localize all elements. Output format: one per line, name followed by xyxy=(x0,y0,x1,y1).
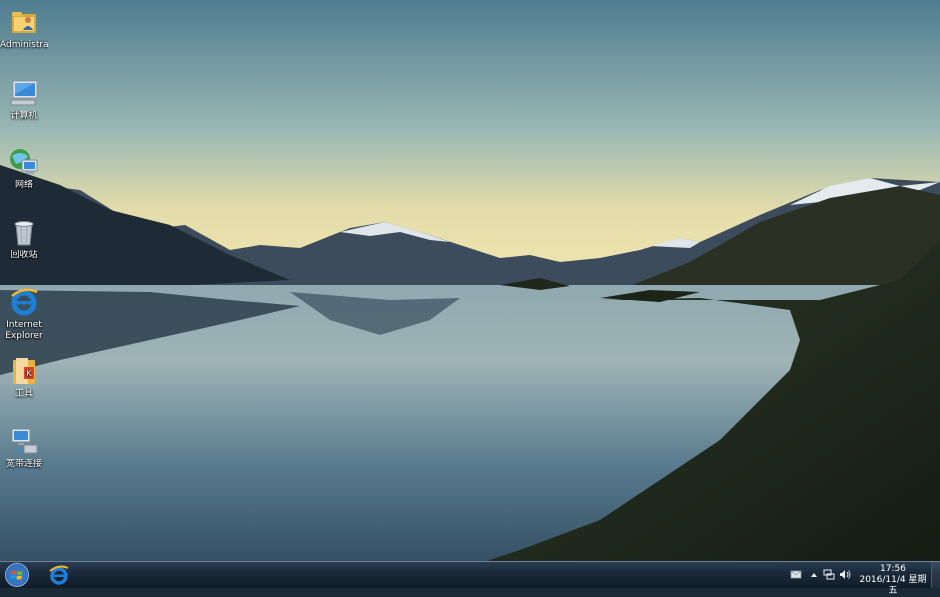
desktop-icon-computer[interactable]: 计算机 xyxy=(0,73,48,122)
network-icon xyxy=(10,149,38,174)
desktop-icon-broadband[interactable]: 宽带连接 xyxy=(0,421,48,470)
clock-time: 17:56 xyxy=(880,564,906,574)
internet-explorer-icon xyxy=(11,288,38,316)
show-hidden-icons-icon[interactable] xyxy=(808,569,820,580)
desktop-icon-label: 宽带连接 xyxy=(5,459,42,469)
desktop-icon-network[interactable]: 网络 xyxy=(0,142,48,191)
recycle-bin-icon xyxy=(14,221,34,246)
tools-folder-icon: K xyxy=(13,358,35,384)
desktop-icon-label: 计算机 xyxy=(10,111,38,121)
desktop-icon-label: 工具 xyxy=(14,389,33,399)
show-desktop-button[interactable] xyxy=(931,562,940,588)
volume-icon[interactable] xyxy=(839,569,851,580)
desktop-wallpaper xyxy=(0,0,940,588)
desktop-icon-recycle-bin[interactable]: 回收站 xyxy=(0,212,48,261)
computer-icon xyxy=(10,80,38,106)
desktop-icon-label-line1: Internet xyxy=(6,320,42,330)
broadband-connection-icon xyxy=(11,428,38,454)
taskbar: 17:56 2016/11/4 星期五 xyxy=(0,561,940,596)
user-folder-icon xyxy=(12,12,36,33)
desktop-icon-label: Administrator xyxy=(0,40,48,50)
desktop-icon-label: 回收站 xyxy=(10,250,38,260)
svg-text:K: K xyxy=(26,369,32,378)
desktop-icon-label: 网络 xyxy=(14,180,33,190)
taskbar-clock[interactable]: 17:56 2016/11/4 星期五 xyxy=(856,564,930,597)
desktop-icon-administrator[interactable]: Administrator xyxy=(0,2,48,51)
clock-date: 2016/11/4 星期五 xyxy=(859,575,927,596)
desktop-icon-tools[interactable]: K 工具 xyxy=(0,351,48,400)
network-tray-icon[interactable] xyxy=(823,569,835,580)
desktop-icon-internet-explorer[interactable]: Internet Explorer xyxy=(0,282,48,342)
action-center-icon[interactable] xyxy=(790,569,802,580)
taskbar-internet-explorer-icon[interactable] xyxy=(46,564,72,586)
windows-start-icon[interactable] xyxy=(4,563,30,587)
desktop-icon-label-line2: Explorer xyxy=(5,331,43,341)
